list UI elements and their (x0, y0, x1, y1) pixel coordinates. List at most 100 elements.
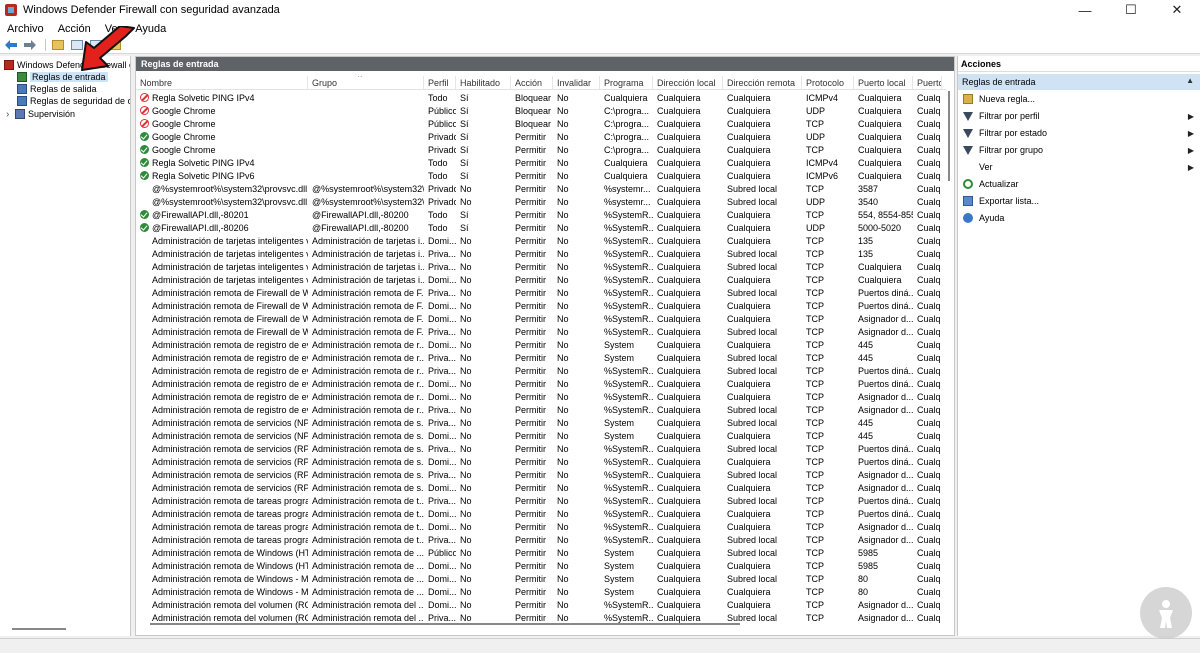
column-header-programa[interactable]: Programa (600, 76, 653, 89)
table-row[interactable]: Administración remota de registro de ev.… (136, 403, 946, 416)
table-row[interactable]: Administración remota de Firewall de Wi.… (136, 312, 946, 325)
cell-direccion-remota: Subred local (727, 404, 778, 415)
table-row[interactable]: Administración remota de servicios (RPC)… (136, 455, 946, 468)
table-row[interactable]: Administración de tarjetas inteligentes … (136, 260, 946, 273)
action-item[interactable]: Ver ▶ (958, 159, 1200, 175)
column-header-perfil[interactable]: Perfil (424, 76, 456, 89)
column-header-puerto-local[interactable]: Puerto local (854, 76, 913, 89)
action-item[interactable]: Exportar lista... (958, 193, 1200, 209)
action-item[interactable]: Ayuda (958, 210, 1200, 226)
table-row[interactable]: Regla Solvetic PING IPv4 Todo Sí Permitir No… (136, 156, 946, 169)
cell-programa: C:\progra... (604, 118, 650, 129)
rules-vertical-scrollbar[interactable] (948, 91, 950, 181)
table-row[interactable]: Administración remota de servicios (RPC)… (136, 481, 946, 494)
table-row[interactable]: Administración remota de tareas progra..… (136, 533, 946, 546)
column-header-invalidar[interactable]: Invalidar (553, 76, 600, 89)
table-row[interactable]: Administración remota de registro de ev.… (136, 364, 946, 377)
table-row[interactable]: Administración remota de Firewall de Wi.… (136, 325, 946, 338)
cell-accion: Permitir (515, 599, 546, 610)
table-row[interactable]: Administración remota de tareas progra..… (136, 494, 946, 507)
cell-text: @FirewallAPI.dll,-80201 (152, 209, 249, 220)
cell-programa: %SystemR... (604, 599, 653, 610)
cell-nombre: Administración de tarjetas inteligentes … (136, 273, 308, 286)
table-row[interactable]: Administración remota de servicios (NP .… (136, 416, 946, 429)
table-row[interactable]: Administración remota de servicios (RPC)… (136, 442, 946, 455)
table-row[interactable]: Administración remota de Windows (HT... A… (136, 559, 946, 572)
tree-item-reglas-seguridad[interactable]: Reglas de seguridad de con (17, 95, 130, 107)
menu-archivo[interactable]: Archivo (0, 23, 51, 35)
cell-puerto-local: Puertos diná... (858, 508, 913, 519)
up-folder-button[interactable] (50, 38, 66, 52)
table-row[interactable]: @%systemroot%\system32\provsvc.dll,-... @… (136, 182, 946, 195)
column-header-protocolo[interactable]: Protocolo (802, 76, 854, 89)
table-row[interactable]: @%systemroot%\system32\provsvc.dll,-... @… (136, 195, 946, 208)
collapse-caret-icon[interactable]: ▲ (1186, 76, 1194, 85)
cell-accion: Permitir (515, 456, 546, 467)
cell-direccion-remota: Subred local (727, 417, 778, 428)
table-row[interactable]: Administración remota de registro de ev.… (136, 351, 946, 364)
table-row[interactable]: Regla Solvetic PING IPv6 Todo Sí Permitir No… (136, 169, 946, 182)
column-header-grupo[interactable]: Grupo ^ (308, 76, 424, 89)
action-item[interactable]: Actualizar (958, 176, 1200, 192)
cell-nombre: Administración remota de registro de ev.… (136, 403, 308, 416)
forward-button[interactable] (22, 38, 38, 52)
cell-programa: C:\progra... (604, 131, 650, 142)
cell-text: Administración remota de tareas progra..… (152, 508, 308, 519)
table-row[interactable]: Administración remota de Windows (HT... A… (136, 546, 946, 559)
table-row[interactable]: Administración remota de registro de ev.… (136, 338, 946, 351)
column-header-direccion-local[interactable]: Dirección local (653, 76, 723, 89)
table-row[interactable]: Administración de tarjetas inteligentes … (136, 273, 946, 286)
action-item[interactable]: Nueva regla... (958, 91, 1200, 107)
tree-item-supervision[interactable]: › Supervisión (6, 108, 75, 120)
table-row[interactable]: Google Chrome Público Sí Bloquear No C:\progr… (136, 104, 946, 117)
tree-item-reglas-salida[interactable]: Reglas de salida (17, 83, 97, 95)
table-row[interactable]: Administración remota de Firewall de Wi.… (136, 286, 946, 299)
cell-invalidar: No (557, 313, 569, 324)
table-row[interactable]: Administración remota de Windows - M... A… (136, 572, 946, 585)
table-row[interactable]: Administración de tarjetas inteligentes … (136, 247, 946, 260)
cell-grupo: @%systemroot%\system32\... (312, 183, 424, 194)
maximize-button[interactable]: ☐ (1108, 0, 1154, 20)
cell-grupo: Administración de tarjetas i... (312, 261, 424, 272)
table-row[interactable]: Google Chrome Público Sí Bloquear No C:\progr… (136, 117, 946, 130)
table-row[interactable]: Administración remota de tareas progra..… (136, 507, 946, 520)
table-row[interactable]: Google Chrome Privado Sí Permitir No C:\progr… (136, 143, 946, 156)
table-row[interactable]: Administración remota de registro de ev.… (136, 377, 946, 390)
action-item[interactable]: Filtrar por perfil ▶ (958, 108, 1200, 124)
tree-horizontal-scrollbar[interactable] (12, 628, 66, 630)
column-header-direccion-remota[interactable]: Dirección remota (723, 76, 802, 89)
cell-text: Administración remota de Windows (HT... (152, 547, 308, 558)
table-row[interactable]: Google Chrome Privado Sí Permitir No C:\progr… (136, 130, 946, 143)
rules-horizontal-scrollbar[interactable] (150, 623, 740, 625)
table-row[interactable]: Administración remota de tareas progra..… (136, 520, 946, 533)
expand-chevron-icon[interactable]: › (6, 109, 15, 120)
table-row[interactable]: Administración remota de registro de ev.… (136, 390, 946, 403)
table-row[interactable]: Administración remota de servicios (RPC)… (136, 468, 946, 481)
table-row[interactable]: Administración remota de servicios (NP .… (136, 429, 946, 442)
table-row[interactable]: Administración de tarjetas inteligentes … (136, 234, 946, 247)
cell-direccion-local: Cualquiera (657, 521, 701, 532)
action-item[interactable]: Filtrar por estado ▶ (958, 125, 1200, 141)
cell-protocolo: UDP (806, 222, 826, 233)
cell-direccion-local: Cualquiera (657, 443, 701, 454)
column-header-accion[interactable]: Acción (511, 76, 553, 89)
actions-section-reglas-entrada[interactable]: Reglas de entrada ▲ (958, 74, 1200, 90)
table-row[interactable]: Administración remota de Windows - M... A… (136, 585, 946, 598)
column-header-nombre[interactable]: Nombre (136, 76, 308, 89)
table-row[interactable]: Administración remota del volumen (RC...… (136, 598, 946, 611)
cell-puerto-remoto: Cualq (917, 534, 941, 545)
minimize-button[interactable]: — (1062, 0, 1108, 20)
back-button[interactable] (3, 38, 19, 52)
column-header-habilitado[interactable]: Habilitado (456, 76, 511, 89)
column-header-puerto-remoto[interactable]: Puerto (913, 76, 942, 89)
action-item[interactable]: Filtrar por grupo ▶ (958, 142, 1200, 158)
cell-protocolo: TCP (806, 469, 824, 480)
table-row[interactable]: Administración remota de Firewall de Wi.… (136, 299, 946, 312)
table-row[interactable]: @FirewallAPI.dll,-80206 @FirewallAPI.dll,… (136, 221, 946, 234)
cell-accion: Permitir (515, 391, 546, 402)
cell-invalidar: No (557, 209, 569, 220)
close-button[interactable]: ✕ (1154, 0, 1200, 20)
cell-text: Administración remota de servicios (RPC) (152, 443, 308, 454)
table-row[interactable]: @FirewallAPI.dll,-80201 @FirewallAPI.dll,… (136, 208, 946, 221)
table-row[interactable]: Regla Solvetic PING IPv4 Todo Sí Bloquear No… (136, 91, 946, 104)
